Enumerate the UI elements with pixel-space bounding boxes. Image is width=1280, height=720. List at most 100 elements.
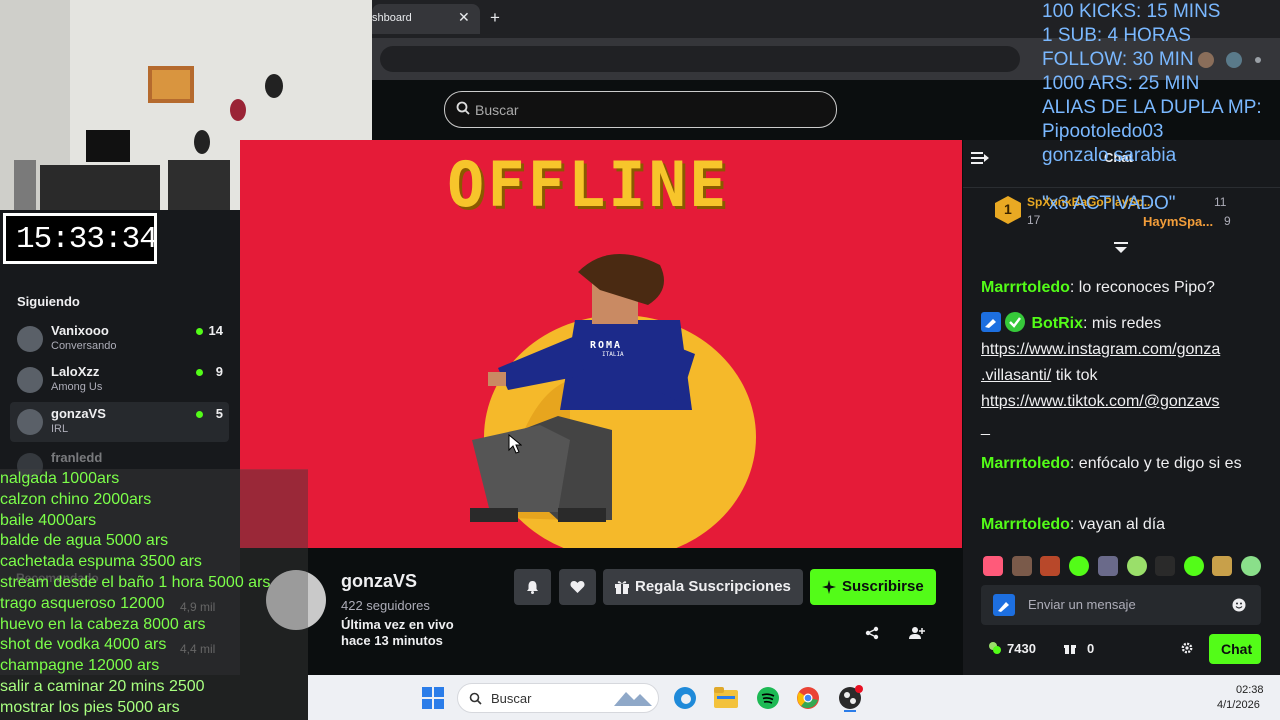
price-line: mostrar los pies 5000 ars <box>0 698 180 716</box>
price-line: trago asqueroso 12000 <box>0 594 165 612</box>
gifter-name-2: HaymSpa... <box>1143 214 1214 229</box>
points-icon[interactable] <box>988 641 1002 655</box>
windows-taskbar <box>308 675 1280 720</box>
tiktok-link[interactable]: https://www.tiktok.com/@gonzavs <box>981 393 1220 410</box>
search-input[interactable]: Buscar <box>444 91 837 128</box>
gear-icon[interactable] <box>1181 642 1193 654</box>
search-icon <box>456 101 470 115</box>
chat-message-input[interactable]: Enviar un mensaje <box>981 585 1261 625</box>
spotify-icon[interactable] <box>756 686 780 710</box>
file-explorer-icon[interactable] <box>714 687 738 709</box>
overlay-line: 1 SUB: 4 HORAS <box>1042 25 1191 46</box>
clock-time: 15:33:34 <box>16 222 158 257</box>
bot-avatar-icon <box>993 594 1015 616</box>
chat-text: : vayan al día <box>1069 516 1166 533</box>
overlay-line: gonzalo sarabia <box>1042 145 1177 166</box>
taskbar-search-placeholder: Buscar <box>491 691 532 706</box>
emote-icon[interactable] <box>1127 556 1147 576</box>
channel-name-title[interactable]: gonzaVS <box>341 571 417 592</box>
chat-message: Marrrtoledo: vayan al día <box>981 512 1261 538</box>
follow-button[interactable] <box>559 569 596 605</box>
screen: shboard ✕ + Buscar 15:33:34 Siguiendo Va… <box>0 0 1280 720</box>
subscribe-button[interactable]: Suscribirse <box>810 569 936 605</box>
edge-browser-icon[interactable] <box>673 686 697 710</box>
collapse-chat-icon[interactable] <box>971 151 989 165</box>
gift-icon <box>615 581 629 594</box>
chat-username[interactable]: BotRix <box>1031 315 1083 332</box>
obs-app-icon[interactable] <box>838 684 864 712</box>
instagram-link-cont[interactable]: .villasanti/ <box>981 367 1051 384</box>
mouse-cursor-icon <box>508 434 522 454</box>
emote-icon[interactable] <box>1212 556 1232 576</box>
chat-link-3[interactable]: https://www.tiktok.com/@gonzavs <box>981 389 1261 415</box>
overlay-line <box>1042 168 1280 192</box>
chrome-icon[interactable] <box>796 686 820 710</box>
taskbar-search[interactable]: Buscar <box>457 683 659 713</box>
instagram-link[interactable]: https://www.instagram.com/gonza <box>981 341 1220 358</box>
price-line: calzon chino 2000ars <box>0 490 152 508</box>
search-highlight-icon <box>614 692 652 706</box>
points-count: 7430 <box>1007 641 1036 656</box>
new-tab-icon[interactable]: + <box>490 8 500 28</box>
gift-box-icon[interactable] <box>1063 641 1077 655</box>
gift-subs-button[interactable]: Regala Suscripciones <box>603 569 803 605</box>
sidebar-item-vanixooo[interactable]: Vanixooo Conversando 14 <box>10 319 229 359</box>
price-line: huevo en la cabeza 8000 ars <box>0 615 206 633</box>
bot-badge-icon <box>981 312 1025 332</box>
clock-overlay: 15:33:34 <box>3 213 158 264</box>
channel-name: Vanixooo <box>51 323 109 338</box>
channel-category: IRL <box>51 423 69 435</box>
emote-icon[interactable] <box>983 556 1003 576</box>
live-dot-icon <box>196 328 203 335</box>
overlay-line: ALIAS DE LA DUPLA MP: <box>1042 97 1262 118</box>
windows-start-icon[interactable] <box>422 687 444 709</box>
emote-icon[interactable] <box>1098 556 1118 576</box>
chat-text: tik tok <box>1051 367 1098 384</box>
chat-link-1[interactable]: https://www.instagram.com/gonza <box>981 337 1261 363</box>
emote-bar <box>981 556 1261 578</box>
sidebar-item-laloxzz[interactable]: LaloXzz Among Us 9 <box>10 360 229 400</box>
live-dot-icon <box>196 411 203 418</box>
overlay-line: "x3 ACTIVADO" <box>1042 193 1176 214</box>
add-user-icon[interactable] <box>909 626 925 640</box>
price-line: balde de agua 5000 ars <box>0 532 169 550</box>
url-field[interactable] <box>380 46 1020 72</box>
gifter-count-2: 9 <box>1224 214 1231 228</box>
follower-count: 422 seguidores <box>341 598 430 613</box>
avatar <box>17 409 43 435</box>
price-line: nalgada 1000ars <box>0 470 120 487</box>
overlay-line: 100 KICKS: 15 MINS <box>1042 1 1221 22</box>
emote-icon[interactable] <box>1012 556 1032 576</box>
emoji-icon[interactable] <box>1232 598 1246 612</box>
sparkle-icon <box>822 580 836 594</box>
price-line: shot de vodka 4000 ars <box>0 636 167 654</box>
chat-username[interactable]: Marrrtoledo <box>981 455 1070 472</box>
send-chat-button[interactable]: Chat <box>1209 634 1261 664</box>
chat-username[interactable]: Marrrtoledo <box>981 516 1070 533</box>
donation-info-overlay: 100 KICKS: 15 MINS 1 SUB: 4 HORAS FOLLOW… <box>1042 0 1280 216</box>
last-live-time: hace 13 minutos <box>341 633 443 648</box>
taskbar-time[interactable]: 02:38 <box>1236 684 1264 696</box>
emote-icon[interactable] <box>1155 556 1175 576</box>
emote-icon[interactable] <box>1184 556 1204 576</box>
emote-icon[interactable] <box>1069 556 1089 576</box>
chat-text: : mis redes <box>1083 315 1162 332</box>
expand-pinned-icon[interactable] <box>1113 241 1129 255</box>
browser-tab[interactable]: shboard ✕ <box>372 4 480 34</box>
share-icon[interactable] <box>865 626 879 640</box>
following-section-title: Siguiendo <box>17 294 80 309</box>
sidebar-item-gonzavs[interactable]: gonzaVS IRL 5 <box>10 402 229 442</box>
notification-button[interactable] <box>514 569 551 605</box>
channel-category: Conversando <box>51 340 117 352</box>
chat-message: Marrrtoledo: enfócalo y te digo si es <box>981 451 1261 477</box>
hoodie-subtext: ITALIA <box>602 351 624 358</box>
subscribe-label: Suscribirse <box>842 578 924 595</box>
chat-message: Marrrtoledo: lo reconoces Pipo? <box>981 275 1261 301</box>
gift-count: 0 <box>1087 641 1095 656</box>
emote-icon[interactable] <box>1040 556 1060 576</box>
emote-icon[interactable] <box>1241 556 1261 576</box>
taskbar-date[interactable]: 4/1/2026 <box>1217 699 1260 711</box>
chat-username[interactable]: Marrrtoledo <box>981 279 1070 296</box>
tab-close-icon[interactable]: ✕ <box>458 9 470 26</box>
price-line: stream desde el baño 1 hora 5000 ars <box>0 573 271 591</box>
